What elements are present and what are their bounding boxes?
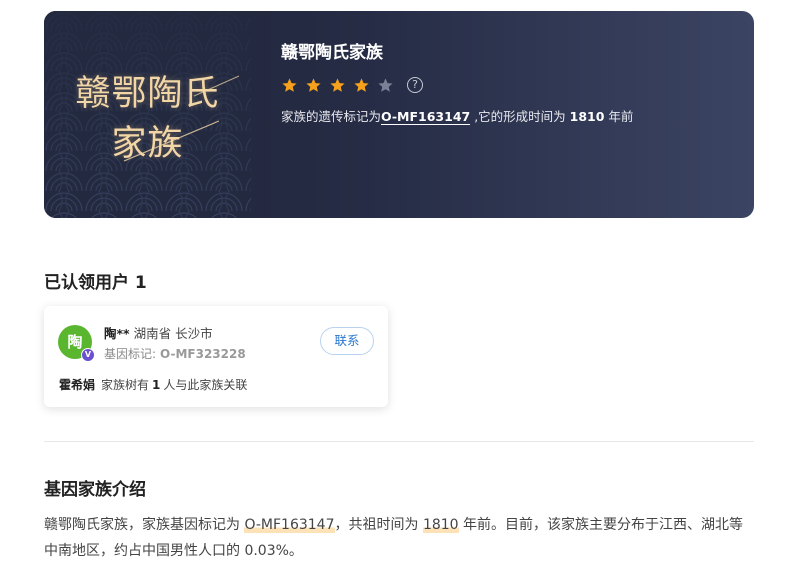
rating-stars: ? — [281, 75, 734, 95]
intro-years: 1810 — [422, 517, 459, 533]
section-divider — [44, 441, 754, 442]
cover-title-line2: 家族 — [111, 124, 184, 164]
tree-prefix: 家族树有 — [101, 378, 150, 392]
claimed-users-title: 已认领用户 1 — [44, 273, 147, 293]
tree-suffix: 人与此家族关联 — [163, 378, 248, 392]
user-card: 陶 V 陶** 湖南省 长沙市 基因标记: O-MF323228 联系 霍希娟 家族树有… — [44, 306, 388, 407]
avatar-char: 陶 — [67, 333, 83, 351]
desc-prefix: 家族的遗传标记为 — [281, 109, 382, 124]
contact-button[interactable]: 联系 — [320, 327, 374, 355]
cover-title: 赣鄂陶氏 家族 — [44, 69, 251, 169]
intro-p2: ，共祖时间为 — [334, 517, 423, 533]
marker-label: 基因标记: — [104, 347, 157, 361]
family-info: 赣鄂陶氏家族 ? 家族的遗传标记为O-MF163147 ,它的形成时间为 181… — [281, 41, 734, 126]
intro-paragraph: 赣鄂陶氏家族，家族基因标记为 O-MF163147，共祖时间为 1810 年前。… — [44, 512, 756, 564]
marker-value: O-MF323228 — [160, 347, 246, 361]
user-name[interactable]: 陶** — [104, 326, 130, 341]
help-icon[interactable]: ? — [407, 77, 423, 93]
star-filled-icon — [354, 77, 369, 92]
cover-title-line1: 赣鄂陶氏 — [75, 74, 220, 114]
desc-suffix: 年前 — [604, 109, 634, 124]
intro-marker: O-MF163147 — [244, 517, 335, 533]
star-filled-icon — [330, 77, 345, 92]
user-city: 长沙市 — [175, 326, 213, 341]
star-filled-icon — [282, 77, 297, 92]
family-banner: 赣鄂陶氏 家族 赣鄂陶氏家族 ? 家族的遗传标记为O-MF163147 ,它的形… — [44, 11, 754, 218]
user-marker: 基因标记: O-MF323228 — [104, 345, 246, 362]
verified-badge-icon: V — [81, 348, 95, 362]
family-description: 家族的遗传标记为O-MF163147 ,它的形成时间为 1810 年前 — [281, 108, 734, 126]
star-filled-icon — [306, 77, 321, 92]
user-province: 湖南省 — [133, 326, 172, 341]
genetic-marker-link[interactable]: O-MF163147 — [381, 109, 471, 125]
tree-count: 1 — [152, 378, 161, 392]
intro-title: 基因家族介绍 — [44, 480, 146, 500]
user-name-location: 陶** 湖南省 长沙市 — [104, 323, 213, 342]
tree-owner[interactable]: 霍希娟 — [59, 378, 95, 392]
desc-middle: ,它的形成时间为 — [470, 109, 570, 124]
family-tree-info: 霍希娟 家族树有 1 人与此家族关联 — [59, 376, 247, 393]
family-title: 赣鄂陶氏家族 — [281, 43, 383, 63]
avatar[interactable]: 陶 V — [58, 325, 95, 362]
star-empty-icon — [378, 77, 393, 92]
intro-p1: 赣鄂陶氏家族，家族基因标记为 — [44, 517, 245, 533]
family-cover-image: 赣鄂陶氏 家族 — [44, 11, 251, 218]
formation-years: 1810 — [569, 109, 605, 124]
